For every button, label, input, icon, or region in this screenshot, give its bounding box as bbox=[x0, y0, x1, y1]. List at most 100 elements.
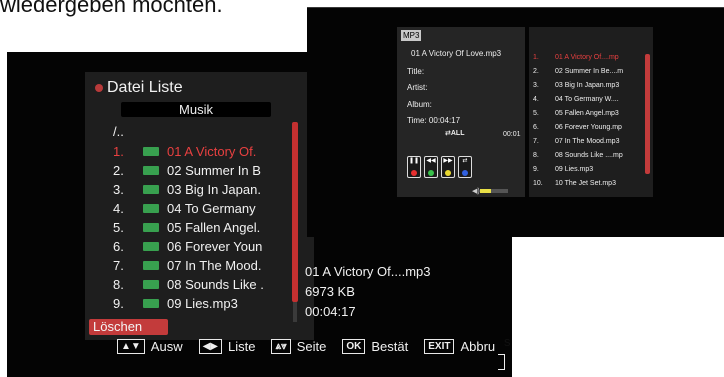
blue-key-icon bbox=[462, 170, 468, 176]
file-row[interactable]: 6. 06 Forever Youn bbox=[113, 238, 262, 255]
repeat-button[interactable]: ⇄ bbox=[458, 156, 472, 178]
now-playing-title: 01 A Victory Of Love.mp3 bbox=[411, 49, 502, 58]
file-name: 05 Fallen Angel. bbox=[167, 220, 261, 235]
delete-button[interactable]: Löschen bbox=[89, 319, 168, 335]
exit-key-icon: EXIT bbox=[424, 338, 455, 354]
info-filename: 01 A Victory Of....mp3 bbox=[305, 264, 431, 279]
playlist-row[interactable]: 4. 04 To Germany W.... bbox=[533, 96, 619, 109]
playlist-row[interactable]: 8. 08 Sounds Like ....mp bbox=[533, 152, 623, 165]
file-row[interactable]: 9. 09 Lies.mp3 bbox=[113, 295, 238, 312]
file-name: 02 Summer In B bbox=[167, 163, 261, 178]
page-key-icon: ⩓⩔ bbox=[271, 338, 291, 354]
file-list-panel: Datei Liste Musik /.. 1. 01 A Victory Of… bbox=[85, 72, 314, 340]
top-border bbox=[307, 7, 724, 8]
playlist-scrollbar[interactable] bbox=[645, 54, 650, 174]
fast-forward-button[interactable]: ▶▶ bbox=[441, 156, 455, 178]
file-name: 08 Sounds Like . bbox=[167, 277, 264, 292]
playlist-number: 4. bbox=[533, 96, 539, 103]
album-label: Album: bbox=[407, 100, 432, 109]
rewind-button[interactable]: ◀◀ bbox=[424, 156, 438, 178]
rewind-icon: ◀◀ bbox=[426, 158, 436, 164]
audio-file-icon bbox=[143, 223, 159, 232]
file-row[interactable]: 8. 08 Sounds Like . bbox=[113, 276, 264, 293]
key-label-confirm: Bestät bbox=[371, 338, 409, 354]
audio-file-icon bbox=[143, 242, 159, 251]
file-number: 3. bbox=[113, 182, 124, 197]
file-number: 8. bbox=[113, 277, 124, 292]
file-row[interactable]: 1. 01 A Victory Of. bbox=[113, 143, 256, 160]
playlist-row[interactable]: 3. 03 Big In Japan.mp3 bbox=[533, 82, 619, 95]
file-row[interactable]: 5. 05 Fallen Angel. bbox=[113, 219, 260, 236]
playlist-name: 06 Forever Young.mp bbox=[555, 124, 622, 131]
key-label-list: Liste bbox=[227, 338, 256, 354]
file-name: 06 Forever Youn bbox=[167, 239, 263, 254]
file-name: 09 Lies.mp3 bbox=[167, 296, 238, 311]
file-number: 5. bbox=[113, 220, 124, 235]
audio-file-icon bbox=[143, 204, 159, 213]
trailing-text: s bbox=[504, 334, 511, 349]
file-number: 9. bbox=[113, 296, 124, 311]
yellow-key-icon bbox=[445, 170, 451, 176]
caption-text: wiedergeben möchten. bbox=[0, 0, 223, 17]
playlist-number: 1. bbox=[533, 54, 539, 61]
volume-fill bbox=[480, 189, 491, 193]
audio-file-icon bbox=[143, 185, 159, 194]
pause-button[interactable]: ❚❚ bbox=[407, 156, 421, 178]
file-row[interactable]: 7. 07 In The Mood. bbox=[113, 257, 261, 274]
playlist-row[interactable]: 2. 02 Summer In Be....m bbox=[533, 68, 623, 81]
info-duration: 00:04:17 bbox=[305, 304, 356, 319]
playlist-name: 05 Fallen Angel.mp3 bbox=[555, 110, 619, 117]
file-name: 01 A Victory Of. bbox=[167, 144, 257, 159]
parent-directory[interactable]: /.. bbox=[113, 124, 124, 139]
fast-forward-icon: ▶▶ bbox=[443, 158, 453, 164]
playlist-number: 9. bbox=[533, 166, 539, 173]
time-label: Time: 00:04:17 bbox=[407, 116, 461, 125]
green-key-icon bbox=[428, 170, 434, 176]
file-name: 03 Big In Japan. bbox=[167, 182, 261, 197]
key-help-bar: ▲▼ Ausw ◀▶ Liste ⩓⩔ Seite OK Bestät EXIT… bbox=[117, 337, 495, 355]
playlist-name: 03 Big In Japan.mp3 bbox=[555, 82, 620, 89]
playlist-row[interactable]: 6. 06 Forever Young.mp bbox=[533, 124, 622, 137]
artist-label: Artist: bbox=[407, 83, 428, 92]
repeat-icon: ⇄ bbox=[462, 158, 468, 164]
updown-key-icon: ▲▼ bbox=[117, 338, 145, 354]
repeat-all-indicator[interactable]: ⇄ALL bbox=[445, 129, 464, 137]
playlist-number: 2. bbox=[533, 68, 539, 75]
file-number: 2. bbox=[113, 163, 124, 178]
playlist-name: 07 In The Mood.mp3 bbox=[555, 138, 620, 145]
key-label-cancel: Abbru bbox=[460, 338, 496, 354]
music-player-screen: MP3 01 A Victory Of Love.mp3 Title: Arti… bbox=[307, 7, 724, 237]
playlist-row[interactable]: 5. 05 Fallen Angel.mp3 bbox=[533, 110, 619, 123]
title-label: Title: bbox=[407, 67, 425, 76]
playlist-number: 7. bbox=[533, 138, 539, 145]
file-row[interactable]: 2. 02 Summer In B bbox=[113, 162, 261, 179]
key-label-select: Ausw bbox=[150, 338, 183, 354]
folder-name: Musik bbox=[121, 102, 271, 117]
playlist-number: 5. bbox=[533, 110, 539, 117]
leftright-key-icon: ◀▶ bbox=[198, 338, 222, 354]
playlist-name: 10 The Jet Set.mp3 bbox=[555, 180, 616, 187]
mp3-info-panel: MP3 01 A Victory Of Love.mp3 Title: Arti… bbox=[397, 27, 525, 197]
playlist-row[interactable]: 7. 07 In The Mood.mp3 bbox=[533, 138, 619, 151]
red-key-icon bbox=[411, 170, 417, 176]
playlist-row[interactable]: 10. 10 The Jet Set.mp3 bbox=[533, 180, 616, 193]
playlist-row[interactable]: 1. 01 A Victory Of....mp bbox=[533, 54, 619, 67]
file-row[interactable]: 4. 04 To Germany bbox=[113, 200, 256, 217]
audio-file-icon bbox=[143, 299, 159, 308]
playlist-name: 01 A Victory Of....mp bbox=[555, 54, 619, 61]
elapsed-time: 00:01 bbox=[503, 131, 521, 138]
playlist-row[interactable]: 9. 09 Lies.mp3 bbox=[533, 166, 593, 179]
playlist-number: 3. bbox=[533, 82, 539, 89]
record-dot-icon bbox=[95, 84, 103, 92]
playlist-panel: 1. 01 A Victory Of....mp 2. 02 Summer In… bbox=[529, 27, 653, 197]
file-name: 04 To Germany bbox=[167, 201, 256, 216]
pause-icon: ❚❚ bbox=[409, 158, 420, 164]
mp3-badge: MP3 bbox=[401, 30, 422, 41]
file-info: 01 A Victory Of....mp3 6973 KB 00:04:17 bbox=[305, 262, 431, 322]
scrollbar-thumb[interactable] bbox=[292, 122, 298, 302]
playlist-name: 08 Sounds Like ....mp bbox=[555, 152, 623, 159]
panel-title: Datei Liste bbox=[95, 79, 183, 97]
file-row[interactable]: 3. 03 Big In Japan. bbox=[113, 181, 261, 198]
speaker-icon: ◀) bbox=[472, 188, 480, 195]
key-label-page: Seite bbox=[296, 338, 327, 354]
